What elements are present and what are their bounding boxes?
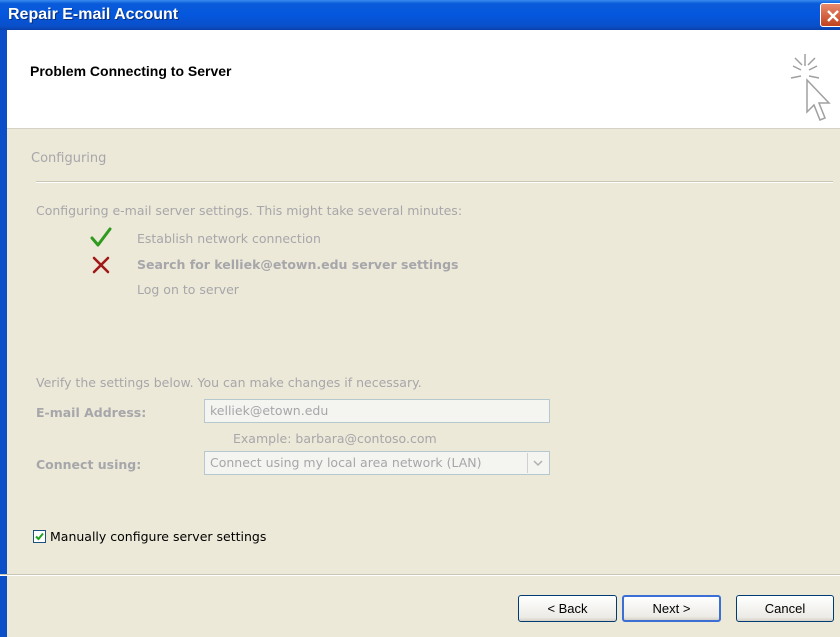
settings-intro: Verify the settings below. You can make … [36, 375, 422, 390]
page-title: Problem Connecting to Server [30, 63, 232, 79]
window-title: Repair E-mail Account [8, 6, 179, 23]
checkmark-icon [35, 532, 44, 541]
window-border [0, 30, 7, 637]
step-search-settings: Search for kelliek@etown.edu server sett… [137, 257, 459, 272]
section-title: Configuring [31, 151, 107, 166]
email-field[interactable]: kelliek@etown.edu [204, 399, 550, 423]
wizard-header: Problem Connecting to Server [7, 30, 840, 129]
footer-divider [0, 574, 840, 576]
close-button[interactable] [820, 3, 840, 27]
chevron-down-icon [533, 460, 543, 467]
x-icon [92, 256, 110, 274]
cancel-button[interactable]: Cancel [736, 595, 834, 622]
close-icon [827, 10, 839, 22]
wizard-cursor-icon [790, 54, 831, 121]
manual-config-label[interactable]: Manually configure server settings [50, 529, 266, 544]
manual-config-checkbox[interactable] [33, 530, 46, 543]
connect-using-dropdown[interactable]: Connect using my local area network (LAN… [204, 451, 550, 475]
wizard-content: Configuring Configuring e-mail server se… [7, 129, 840, 637]
connect-value: Connect using my local area network (LAN… [210, 455, 482, 470]
step-log-on: Log on to server [137, 282, 239, 297]
section-divider [36, 181, 833, 183]
dropdown-arrow[interactable] [527, 453, 548, 473]
email-label: E-mail Address: [36, 405, 147, 420]
connect-label: Connect using: [36, 457, 142, 472]
email-example: Example: barbara@contoso.com [233, 431, 437, 446]
title-bar[interactable]: Repair E-mail Account [0, 0, 840, 30]
next-button[interactable]: Next > [622, 595, 721, 622]
step-establish-connection: Establish network connection [137, 231, 321, 246]
progress-intro: Configuring e-mail server settings. This… [36, 203, 463, 218]
checkmark-icon [90, 227, 112, 247]
back-button[interactable]: < Back [518, 595, 617, 622]
